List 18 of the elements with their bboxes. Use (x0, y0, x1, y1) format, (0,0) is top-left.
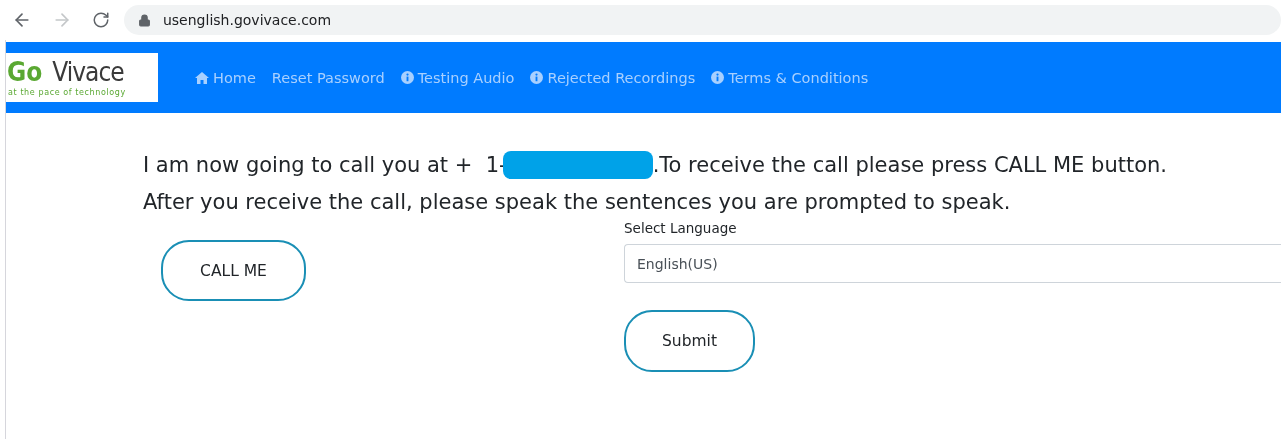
field-label: Select Language (624, 220, 738, 236)
logo-tagline: at the pace of technology (7, 87, 127, 97)
call-me-button[interactable]: CALL ME (161, 240, 306, 301)
language-select[interactable]: English(US) (624, 244, 1281, 283)
home-icon (195, 71, 209, 84)
reload-icon[interactable] (91, 11, 110, 29)
logo[interactable]: Go Vivace at the pace of technology (6, 53, 158, 102)
instruction-text: .To receive the call please press CALL ME button. (652, 152, 1167, 177)
info-icon (711, 71, 725, 84)
instruction-text: After you receive the call, please speak the sentences you are prompted to speak. (143, 189, 1011, 214)
address-bar[interactable]: usenglish.govivace.com (123, 5, 1281, 35)
logo-text: Go (7, 58, 43, 85)
info-icon (400, 71, 414, 84)
logo-text: Vivace (52, 58, 124, 85)
url-text: usenglish.govivace.com (162, 12, 332, 28)
info-icon (530, 71, 544, 84)
lock-icon (137, 13, 151, 27)
submit-button[interactable]: Submit (624, 310, 755, 372)
